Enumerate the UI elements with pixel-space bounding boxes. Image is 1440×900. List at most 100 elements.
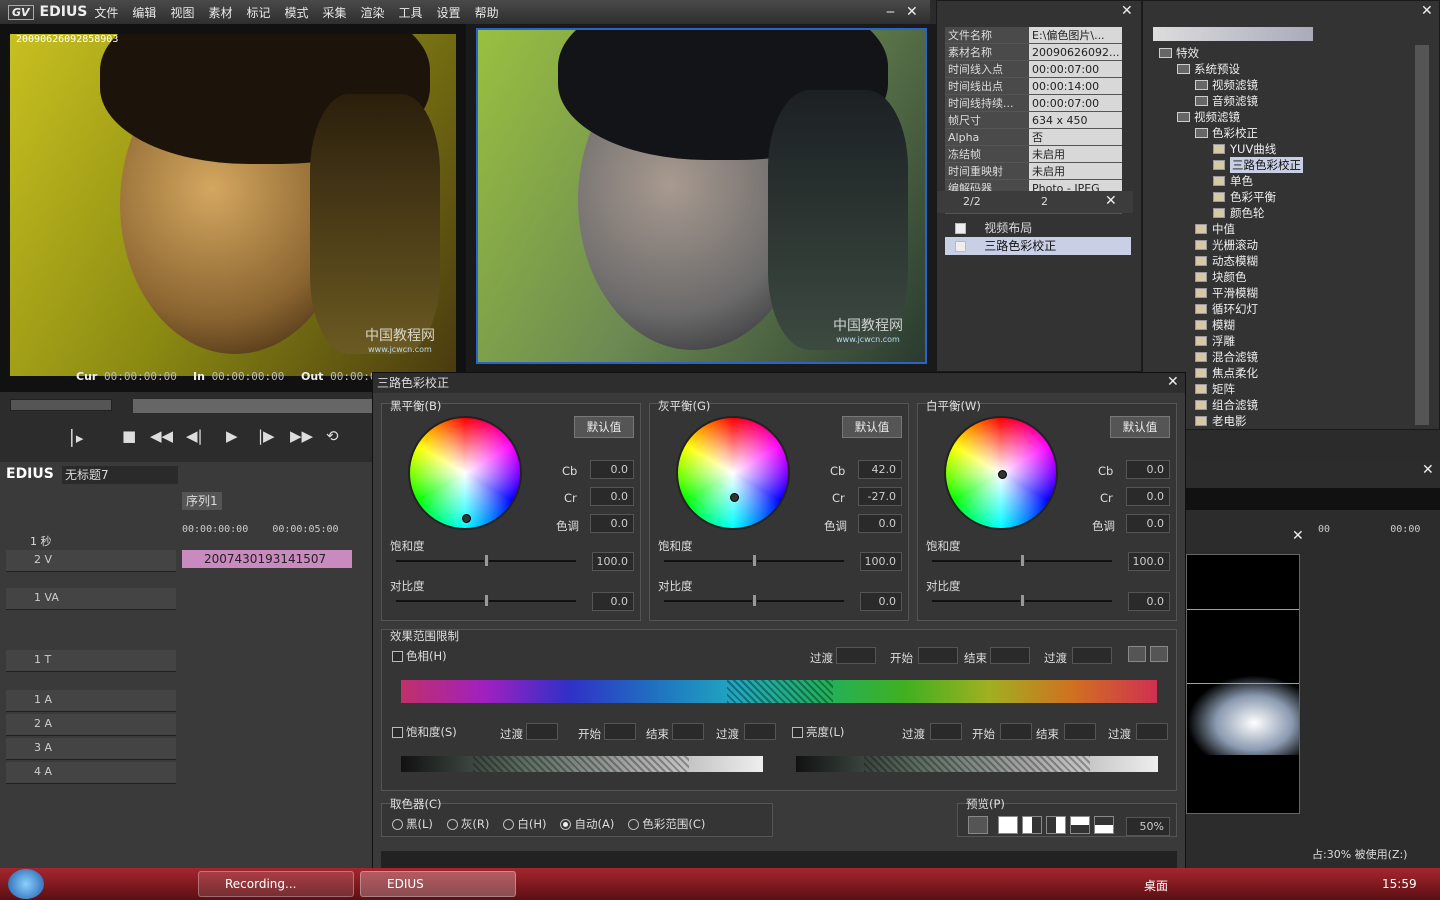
tree-item[interactable]: 动态模糊: [1159, 253, 1419, 269]
scope-close-icon[interactable]: ✕: [1422, 462, 1434, 478]
track-header[interactable]: 1 T: [6, 650, 176, 672]
white-color-wheel[interactable]: [944, 416, 1058, 530]
sat-range-bar[interactable]: [401, 756, 763, 772]
hue-end-field[interactable]: [990, 647, 1030, 664]
lum-trans-field[interactable]: [930, 723, 962, 740]
preview-zoom[interactable]: 50%: [1126, 817, 1170, 836]
range-graph-icon[interactable]: [1150, 646, 1168, 662]
shuttle-slider[interactable]: [10, 399, 112, 411]
wheel-handle[interactable]: [730, 493, 739, 502]
tree-item[interactable]: 颜色轮: [1159, 205, 1419, 221]
lum-end-field[interactable]: [1064, 723, 1096, 740]
stop-icon[interactable]: ■: [122, 427, 136, 445]
step-back-icon[interactable]: ◀|: [186, 427, 203, 445]
sat-end-field[interactable]: [672, 723, 704, 740]
sat-checkbox[interactable]: 饱和度(S): [392, 724, 457, 740]
tree-item[interactable]: 循环幻灯: [1159, 301, 1419, 317]
tree-item[interactable]: 三路色彩校正: [1159, 157, 1419, 173]
tree-item[interactable]: 平滑模糊: [1159, 285, 1419, 301]
tree-item[interactable]: 特效: [1159, 45, 1419, 61]
timeline-clip[interactable]: 2007430193141507: [182, 550, 352, 568]
black-cb-field[interactable]: 0.0: [590, 460, 634, 479]
menu-item[interactable]: 渲染: [361, 6, 385, 20]
track-header[interactable]: 4 A: [6, 762, 176, 784]
preview-mode-1-icon[interactable]: [998, 816, 1018, 834]
hue-trans2-field[interactable]: [1072, 647, 1112, 664]
track-header[interactable]: 3 A: [6, 738, 176, 760]
scope-sub-close-icon[interactable]: ✕: [1292, 528, 1304, 544]
taskbar-edius[interactable]: EDIUS: [360, 871, 516, 897]
gray-color-wheel[interactable]: [676, 416, 790, 530]
tree-item[interactable]: 模糊: [1159, 317, 1419, 333]
hue-range-bar[interactable]: [401, 680, 1157, 703]
picker-radio[interactable]: 灰(R): [446, 816, 489, 832]
sat-start-field[interactable]: [604, 723, 636, 740]
picker-radio[interactable]: 黑(L): [392, 816, 433, 832]
rewind-icon[interactable]: ◀◀: [150, 427, 173, 445]
picker-radio[interactable]: 自动(A): [560, 816, 614, 832]
gray-default-button[interactable]: 默认值: [842, 416, 902, 438]
black-default-button[interactable]: 默认值: [574, 416, 634, 438]
gray-cb-field[interactable]: 42.0: [858, 460, 902, 479]
menu-item[interactable]: 标记: [246, 6, 270, 20]
gray-contrast-slider[interactable]: [664, 594, 844, 607]
preview-pen-icon[interactable]: [968, 816, 988, 834]
taskbar-desktop[interactable]: 桌面: [1144, 877, 1168, 894]
tree-close-icon[interactable]: ✕: [1421, 3, 1433, 19]
menu-item[interactable]: 工具: [399, 6, 423, 20]
range-mode-icon[interactable]: [1128, 646, 1146, 662]
menu-item[interactable]: 文件: [94, 6, 118, 20]
checkbox-icon[interactable]: [955, 241, 966, 252]
lum-trans2-field[interactable]: [1136, 723, 1168, 740]
tree-item[interactable]: 光栅滚动: [1159, 237, 1419, 253]
tree-item[interactable]: 视频滤镜: [1159, 77, 1419, 93]
tree-item[interactable]: 焦点柔化: [1159, 365, 1419, 381]
wheel-handle[interactable]: [462, 514, 471, 523]
hue-checkbox[interactable]: 色相(H): [392, 648, 447, 664]
tree-item[interactable]: 色彩校正: [1159, 125, 1419, 141]
preview-mode-2-icon[interactable]: [1022, 816, 1042, 834]
mark-in-icon[interactable]: ⎮▸: [68, 429, 83, 447]
white-hue-field[interactable]: 0.0: [1126, 514, 1170, 533]
tree-item[interactable]: 矩阵: [1159, 381, 1419, 397]
gray-saturation-slider[interactable]: [664, 554, 844, 567]
tree-scrollbar[interactable]: [1415, 45, 1429, 425]
menu-item[interactable]: 编辑: [132, 6, 156, 20]
black-saturation-field[interactable]: 100.0: [592, 552, 634, 571]
tree-item[interactable]: 混合滤镜: [1159, 349, 1419, 365]
lum-checkbox[interactable]: 亮度(L): [792, 724, 844, 740]
effect-item[interactable]: 三路色彩校正: [945, 237, 1131, 255]
taskbar-recording[interactable]: Recording...: [198, 871, 354, 897]
black-contrast-field[interactable]: 0.0: [592, 592, 634, 611]
tree-item[interactable]: 组合滤镜: [1159, 397, 1419, 413]
tree-item[interactable]: 系统预设: [1159, 61, 1419, 77]
timeline-ruler[interactable]: 00:00:00:00 00:00:05:00: [182, 524, 372, 540]
white-cr-field[interactable]: 0.0: [1126, 487, 1170, 506]
menu-item[interactable]: 模式: [284, 6, 308, 20]
menu-item[interactable]: 素材: [208, 6, 232, 20]
timeline-scale[interactable]: 1 秒: [30, 533, 52, 549]
black-color-wheel[interactable]: [408, 416, 522, 530]
black-contrast-slider[interactable]: [396, 594, 576, 607]
menu-item[interactable]: 设置: [437, 6, 461, 20]
sat-trans2-field[interactable]: [744, 723, 776, 740]
tree-item[interactable]: 老电影: [1159, 413, 1419, 427]
tree-item[interactable]: 单色: [1159, 173, 1419, 189]
preview-mode-3-icon[interactable]: [1046, 816, 1066, 834]
delete-effect-icon[interactable]: ✕: [1105, 193, 1117, 209]
black-hue-field[interactable]: 0.0: [590, 514, 634, 533]
tree-item[interactable]: 中值: [1159, 221, 1419, 237]
track-header[interactable]: 2 A: [6, 714, 176, 736]
step-forward-icon[interactable]: |▶: [258, 427, 275, 445]
properties-close-icon[interactable]: ✕: [1121, 3, 1133, 19]
picker-radio[interactable]: 色彩范围(C): [628, 816, 705, 832]
white-contrast-slider[interactable]: [932, 594, 1112, 607]
wheel-handle[interactable]: [998, 470, 1007, 479]
sat-trans-field[interactable]: [526, 723, 558, 740]
picker-radio[interactable]: 白(H): [503, 816, 546, 832]
white-cb-field[interactable]: 0.0: [1126, 460, 1170, 479]
tree-item[interactable]: 色彩平衡: [1159, 189, 1419, 205]
minimize-icon[interactable]: ‒: [886, 4, 895, 20]
play-icon[interactable]: ▶: [226, 427, 238, 445]
track-header[interactable]: 1 A: [6, 690, 176, 712]
